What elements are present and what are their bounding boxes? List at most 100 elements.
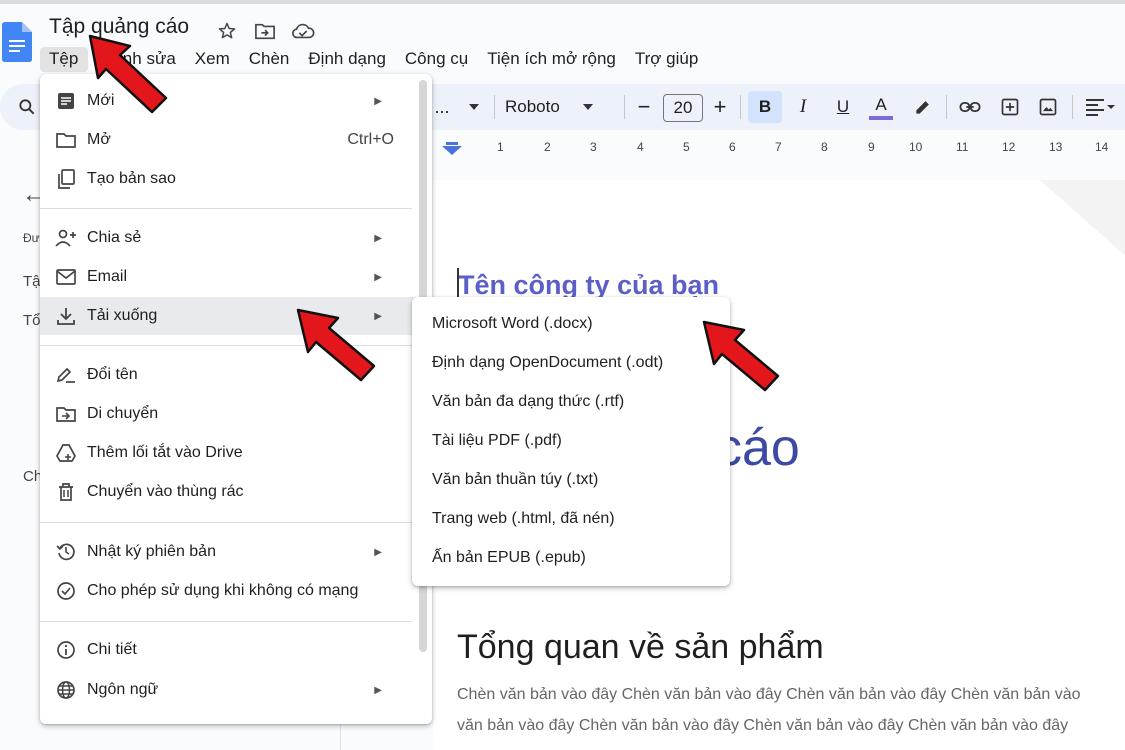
submenu-item-label: Văn bản thuần túy (.txt) [432, 471, 599, 488]
menu-item-label: Tải xuống [87, 307, 158, 324]
menu-item-copy[interactable]: Tạo bản sao [40, 160, 418, 198]
font-dropdown[interactable]: Roboto [505, 84, 615, 130]
insert-image-icon[interactable] [1034, 84, 1062, 130]
history-icon [54, 540, 78, 564]
google-docs-window: { "doc": { "title": "Tập quảng cáo" }, "… [0, 0, 1125, 750]
docs-logo-icon[interactable] [2, 22, 32, 62]
menu-file[interactable]: Tệp [40, 46, 89, 72]
ruler-number: 10 [909, 140, 923, 154]
submenu-arrow-icon: ▶ [374, 546, 382, 558]
highlight-pen-icon[interactable] [910, 84, 936, 130]
submenu-item-label: Văn bản đa dạng thức (.rtf) [432, 393, 625, 410]
download-epub[interactable]: Ấn bản EPUB (.epub) [412, 539, 730, 577]
align-left-icon [1086, 99, 1115, 116]
menu-item-email[interactable]: Email ▶ [40, 258, 418, 296]
ruler-number: 3 [590, 140, 597, 154]
menu-item-open[interactable]: Mở Ctrl+O [40, 121, 418, 159]
info-icon [54, 638, 78, 662]
decrease-font-size-button[interactable]: − [632, 84, 656, 130]
menu-item-trash[interactable]: Chuyển vào thùng rác [40, 473, 418, 511]
share-person-icon [54, 226, 78, 250]
outline-header-fragment: Đư [23, 231, 40, 245]
download-txt[interactable]: Văn bản thuần túy (.txt) [412, 461, 730, 499]
window-top-border [0, 0, 1125, 4]
ruler-number: 7 [775, 140, 782, 154]
download-icon [54, 304, 78, 328]
ruler-number: 5 [683, 140, 690, 154]
menu-item-details[interactable]: Chi tiết [40, 631, 418, 669]
menu-item-rename[interactable]: Đổi tên [40, 356, 418, 394]
more-styles-button[interactable]: ... [430, 84, 454, 130]
rename-icon [54, 363, 78, 387]
toolbar-divider [1072, 95, 1073, 119]
submenu-arrow-icon: ▶ [374, 95, 382, 107]
font-name: Roboto [505, 97, 560, 116]
font-size-input[interactable]: 20 [663, 94, 703, 122]
menu-item-label: Đổi tên [87, 366, 138, 383]
menu-format[interactable]: Định dạng [299, 47, 396, 72]
add-comment-icon[interactable] [996, 84, 1024, 130]
outline-item-fragment[interactable]: Tậ [23, 273, 41, 290]
ruler-number: 6 [729, 140, 736, 154]
download-html[interactable]: Trang web (.html, đã nén) [412, 500, 730, 538]
menu-item-label: Ngôn ngữ [87, 681, 159, 698]
ruler-number: 11 [956, 140, 969, 154]
outline-item-fragment[interactable]: Tổ [23, 312, 41, 329]
ruler-number: 14 [1095, 140, 1109, 154]
submenu-arrow-icon: ▶ [374, 271, 382, 283]
ruler-number: 9 [868, 140, 875, 154]
ruler-number: 13 [1049, 140, 1063, 154]
italic-button[interactable]: I [790, 84, 816, 130]
menu-item-language[interactable]: Ngôn ngữ ▶ [40, 671, 418, 709]
menu-item-share[interactable]: Chia sẻ ▶ [40, 219, 418, 257]
increase-font-size-button[interactable]: + [708, 84, 732, 130]
download-docx[interactable]: Microsoft Word (.docx) [412, 305, 730, 343]
file-menu: Mới ▶ Mở Ctrl+O Tạo bản sao Chia sẻ ▶ Em… [40, 74, 432, 724]
cloud-status-icon[interactable] [291, 19, 315, 43]
menu-item-add-shortcut[interactable]: Thêm lối tắt vào Drive [40, 434, 418, 472]
body-text-line: Chèn văn bản vào đây Chèn văn bản vào đâ… [457, 686, 1081, 703]
menu-divider [40, 621, 412, 622]
menu-item-version-history[interactable]: Nhật ký phiên bản ▶ [40, 533, 418, 571]
move-to-folder-icon[interactable] [253, 19, 277, 43]
text-color-swatch [869, 115, 893, 120]
text-color-button[interactable]: A [867, 84, 895, 130]
new-doc-icon [54, 89, 78, 113]
download-rtf[interactable]: Văn bản đa dạng thức (.rtf) [412, 383, 730, 421]
star-icon[interactable] [215, 19, 239, 43]
menu-view[interactable]: Xem [186, 47, 240, 72]
move-folder-icon [54, 402, 78, 426]
toolbar-divider [946, 95, 947, 119]
menu-edit[interactable]: Chỉnh sửa [88, 47, 185, 72]
menu-help[interactable]: Trợ giúp [626, 47, 708, 72]
mail-icon [54, 265, 78, 289]
menu-divider [40, 345, 412, 346]
download-odt[interactable]: Định dạng OpenDocument (.odt) [412, 344, 730, 382]
shortcut-text: Ctrl+O [347, 131, 394, 148]
style-dropdown-icon[interactable] [463, 84, 485, 130]
menu-item-offline[interactable]: Cho phép sử dụng khi không có mạng [40, 572, 418, 610]
submenu-arrow-icon: ▶ [374, 232, 382, 244]
align-dropdown[interactable] [1080, 84, 1120, 130]
menu-item-move[interactable]: Di chuyển [40, 395, 418, 433]
menu-item-download[interactable]: Tải xuống ▶ [40, 297, 418, 335]
menu-divider [40, 208, 412, 209]
underline-button[interactable]: U [830, 84, 856, 130]
menu-tools[interactable]: Công cụ [396, 47, 478, 72]
menu-item-label: Email [87, 268, 128, 285]
search-menus-icon[interactable] [12, 84, 42, 130]
submenu-item-label: Định dạng OpenDocument (.odt) [432, 354, 664, 371]
section-heading: Tổng quan về sản phẩm [457, 628, 824, 666]
download-pdf[interactable]: Tài liệu PDF (.pdf) [412, 422, 730, 460]
menu-item-new[interactable]: Mới ▶ [40, 82, 418, 120]
bold-button[interactable]: B [748, 91, 782, 123]
menu-insert[interactable]: Chèn [240, 47, 300, 72]
ruler-number: 1 [497, 140, 504, 154]
text-cursor [457, 268, 459, 300]
insert-link-icon[interactable] [956, 84, 984, 130]
document-title[interactable]: Tập quảng cáo [49, 15, 189, 39]
menu-extensions[interactable]: Tiện ích mở rộng [478, 47, 626, 72]
menu-item-label: Chuyển vào thùng rác [87, 483, 244, 500]
submenu-item-label: Trang web (.html, đã nén) [432, 510, 615, 527]
ruler-number: 4 [637, 140, 644, 154]
